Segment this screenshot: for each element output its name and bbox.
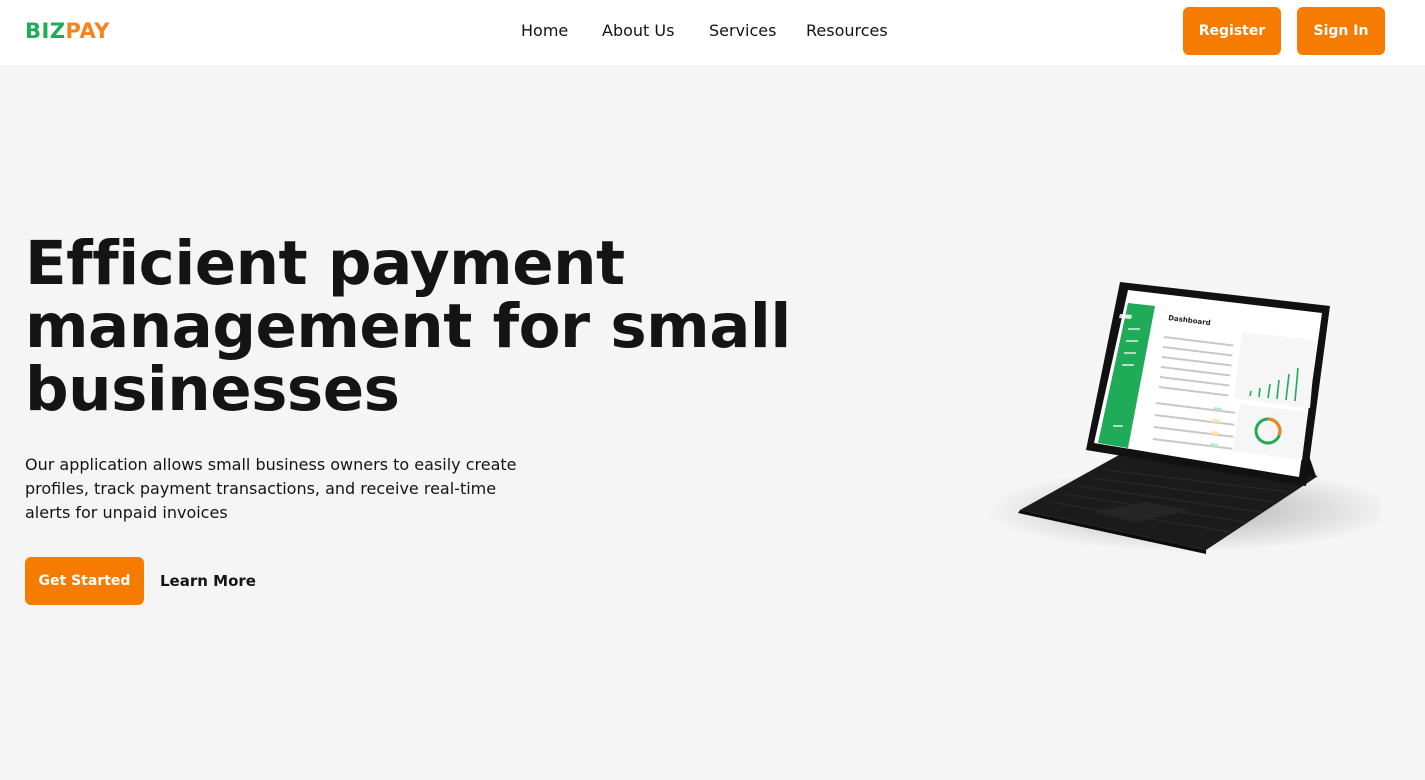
laptop-dashboard-illustration: Dashboard (980, 270, 1395, 560)
hero-description: Our application allows small business ow… (25, 453, 525, 525)
logo-pay: PAY (65, 19, 110, 43)
register-button[interactable]: Register (1183, 7, 1281, 55)
nav-about-us[interactable]: About Us (602, 20, 674, 42)
tablet-keyboard-svg: Dashboard (985, 282, 1395, 554)
logo-biz: BIZ (25, 19, 66, 43)
description-line-1: Our application allows small business ow… (25, 455, 517, 474)
learn-more-link[interactable]: Learn More (160, 570, 256, 592)
headline-line-2: management for small (25, 291, 791, 362)
donut-panel (1232, 404, 1308, 460)
hero-headline: Efficient payment management for small b… (25, 232, 825, 421)
description-line-3: alerts for unpaid invoices (25, 503, 228, 522)
sign-in-button[interactable]: Sign In (1297, 7, 1385, 55)
site-header: BIZPAY Home About Us Services Resources … (0, 0, 1425, 65)
chart-panel (1234, 332, 1316, 408)
headline-line-1: Efficient payment (25, 228, 625, 299)
nav-services[interactable]: Services (709, 20, 776, 42)
description-line-2: profiles, track payment transactions, an… (25, 479, 497, 498)
bizpay-logo[interactable]: BIZPAY (25, 19, 110, 43)
headline-line-3: businesses (25, 354, 400, 425)
nav-resources[interactable]: Resources (806, 20, 888, 42)
nav-home[interactable]: Home (521, 20, 568, 42)
get-started-button[interactable]: Get Started (25, 557, 144, 605)
